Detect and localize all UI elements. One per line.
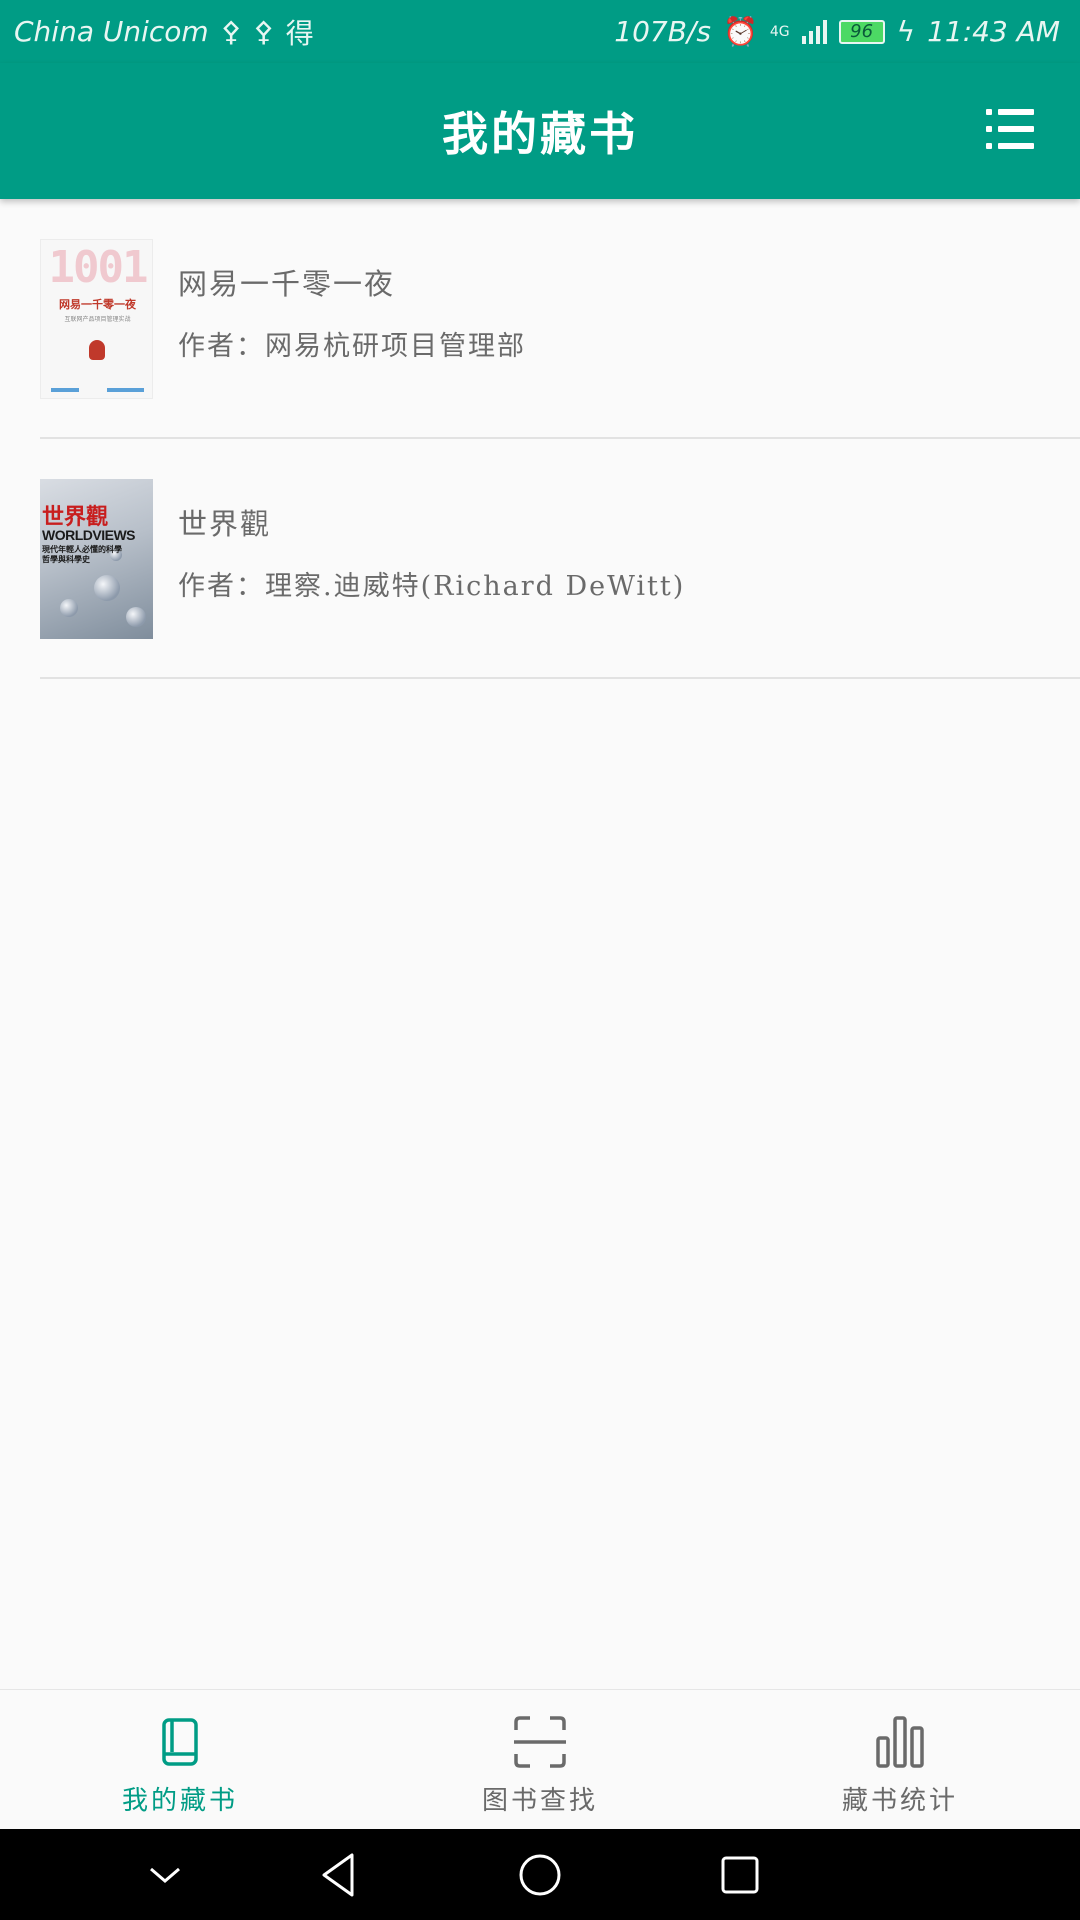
book-cover: 1001 网易一千零一夜 互联网产品项目管理实战: [40, 239, 153, 399]
cover-sphere: [60, 599, 78, 617]
nav-tab-my-books[interactable]: 我的藏书: [0, 1690, 360, 1829]
list-menu-icon[interactable]: [986, 109, 1034, 149]
author-name: 理察.迪威特(Richard DeWitt): [265, 571, 686, 602]
nav-label: 图书查找: [481, 1786, 598, 1816]
author-label: 作者：: [178, 571, 265, 602]
home-icon[interactable]: [512, 1847, 568, 1903]
page-title: 我的藏书: [442, 107, 638, 161]
author-label: 作者：: [178, 331, 265, 362]
nav-tab-book-stats[interactable]: 藏书统计: [720, 1690, 1080, 1829]
menu-dot: [986, 143, 992, 149]
nav-tab-book-search[interactable]: 图书查找: [360, 1690, 720, 1829]
cover-title-text: 网易一千零一夜: [59, 298, 136, 311]
chevron-down-icon[interactable]: [137, 1847, 193, 1903]
alarm-icon: ⏰: [722, 15, 758, 48]
cover-sphere: [94, 575, 120, 601]
book-list: 1001 网易一千零一夜 互联网产品项目管理实战 网易一千零一夜 作者：网易杭研…: [0, 199, 1080, 679]
status-bar: China Unicom ⚴ ⚴ 得 107B/s ⏰ 4G 96 ϟ 11:4…: [0, 0, 1080, 63]
charging-icon: ϟ: [896, 15, 916, 48]
list-item[interactable]: 世界觀 WORLDVIEWS 現代年輕人必懂的科學哲學與科學史 世界觀 作者：理…: [40, 439, 1080, 679]
cover-sphere: [126, 607, 146, 627]
menu-bar-line: [998, 143, 1034, 149]
cover-figure: [89, 340, 105, 360]
book-icon: [162, 1718, 198, 1766]
book-title: 世界觀: [178, 507, 272, 541]
cover-english-text: WORLDVIEWS: [42, 527, 136, 543]
battery-icon: 96: [838, 19, 885, 44]
usb-icon: ⚴: [220, 15, 242, 48]
carrier-name: China Unicom: [14, 15, 209, 48]
scan-icon: [514, 1716, 566, 1768]
system-nav-bar: [0, 1829, 1080, 1920]
author-name: 网易杭研项目管理部: [265, 331, 526, 362]
cover-subtitle-text: 現代年輕人必懂的科學哲學與科學史: [42, 545, 122, 564]
network-type: 4G: [769, 23, 790, 40]
net-speed: 107B/s: [614, 15, 711, 48]
menu-bar-line: [998, 109, 1034, 115]
bottom-navigation: 我的藏书 图书查找 藏书统计: [0, 1689, 1080, 1829]
cover-footer-logos: [51, 388, 144, 392]
clock: 11:43 AM: [927, 15, 1060, 48]
nav-label: 我的藏书: [121, 1786, 238, 1816]
menu-bar-line: [998, 126, 1034, 132]
bar-chart-icon: [876, 1716, 924, 1768]
recents-icon[interactable]: [712, 1847, 768, 1903]
menu-dot: [986, 126, 992, 132]
de-app-icon: 得: [285, 16, 314, 50]
cover-subtitle-text: 互联网产品项目管理实战: [64, 316, 131, 323]
back-icon[interactable]: [312, 1847, 368, 1903]
book-title: 网易一千零一夜: [178, 267, 396, 301]
signal-icon: [801, 19, 827, 44]
nav-label: 藏书统计: [841, 1786, 958, 1816]
usb-icon: ⚴: [253, 15, 274, 48]
cover-big-text: 1001: [48, 242, 149, 293]
menu-dot: [986, 109, 992, 115]
book-author: 作者：网易杭研项目管理部: [178, 324, 526, 363]
book-author: 作者：理察.迪威特(Richard DeWitt): [178, 564, 685, 603]
book-cover: 世界觀 WORLDVIEWS 現代年輕人必懂的科學哲學與科學史: [40, 479, 153, 639]
list-item[interactable]: 1001 网易一千零一夜 互联网产品项目管理实战 网易一千零一夜 作者：网易杭研…: [40, 199, 1080, 439]
app-bar: 我的藏书: [0, 63, 1080, 199]
